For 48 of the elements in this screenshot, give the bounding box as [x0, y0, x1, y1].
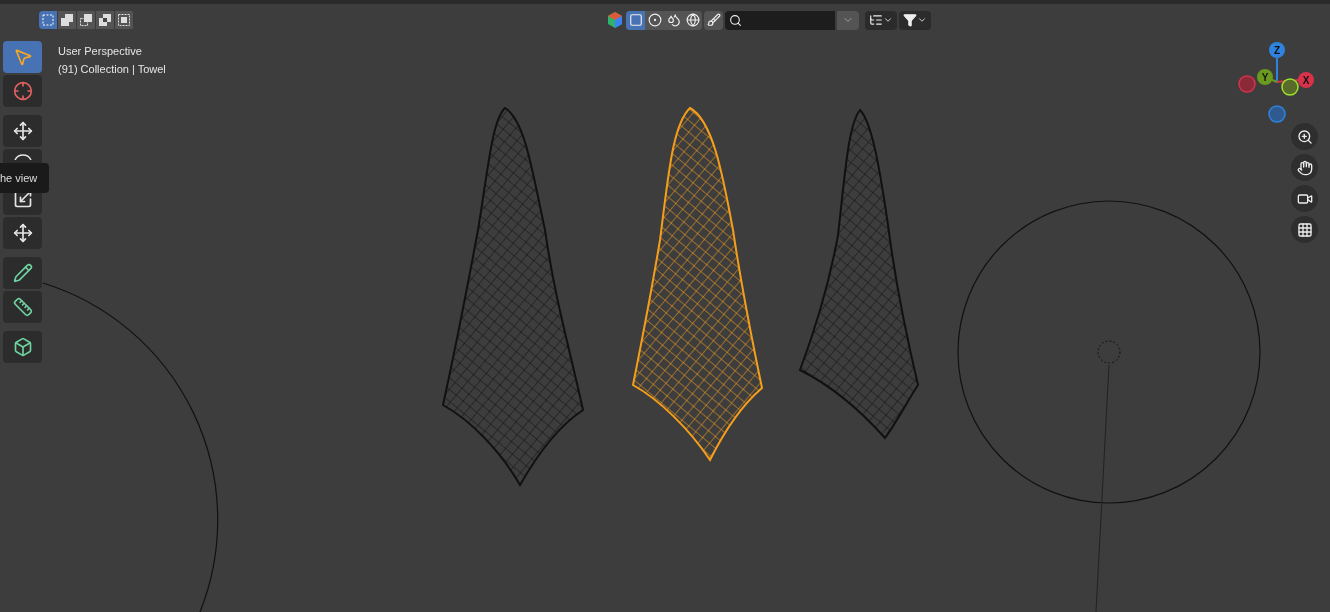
viewport-info-text: User Perspective [58, 44, 143, 59]
shading-mode-button[interactable] [645, 10, 664, 30]
pencil-icon [12, 263, 33, 283]
crosshair-icon [12, 81, 33, 101]
transform-tool-button[interactable] [3, 217, 42, 249]
add-cube-tool-button[interactable] [3, 331, 42, 363]
tree-list-icon [869, 13, 883, 27]
select-mode-button[interactable] [115, 11, 134, 29]
cursor-tool-button[interactable] [3, 75, 42, 107]
pointer-icon [12, 47, 33, 67]
collection-filter-button[interactable] [865, 10, 897, 30]
hexagon-icon[interactable] [606, 11, 624, 29]
chevron-down-icon [917, 15, 927, 25]
move-arrows-icon [12, 121, 33, 141]
square-icon [628, 13, 643, 27]
axis-gizmo-drawing: Z Y X [1236, 40, 1318, 124]
brush-icon [706, 13, 721, 27]
move-arrows-icon [12, 223, 33, 243]
camera-view-button[interactable] [1291, 185, 1318, 212]
rotate-arc-icon [13, 154, 32, 160]
shading-mode-button[interactable] [626, 10, 645, 30]
viewport-info-text: (91) Collection | Towel [58, 62, 166, 77]
zoom-button[interactable] [1291, 123, 1318, 150]
select-mode-button[interactable] [58, 11, 77, 29]
globe-icon [685, 13, 700, 27]
search-field[interactable] [725, 10, 835, 30]
cube-icon [12, 337, 33, 357]
filter-icon [903, 13, 917, 27]
filter-button[interactable] [899, 10, 931, 30]
annotate-tool-button[interactable] [3, 257, 42, 289]
chevron-down-icon [883, 15, 893, 25]
select-mode-button[interactable] [96, 11, 115, 29]
measure-tool-button[interactable] [3, 291, 42, 323]
zoom-icon [1296, 128, 1313, 145]
select-mode-button[interactable] [77, 11, 96, 29]
grid-view-button[interactable] [1291, 216, 1318, 243]
pan-button[interactable] [1291, 154, 1318, 181]
droplets-icon [666, 13, 681, 27]
grid-icon [1296, 221, 1313, 238]
hand-icon [1296, 159, 1313, 176]
select-tool-button[interactable] [3, 41, 42, 73]
ruler-icon [12, 297, 33, 317]
shading-mode-button[interactable] [683, 10, 702, 30]
tooltip: he view [0, 163, 50, 193]
brush-button[interactable] [704, 10, 723, 30]
move-tool-button[interactable] [3, 115, 42, 147]
search-icon [729, 13, 742, 27]
select-mode-button[interactable] [39, 11, 58, 29]
